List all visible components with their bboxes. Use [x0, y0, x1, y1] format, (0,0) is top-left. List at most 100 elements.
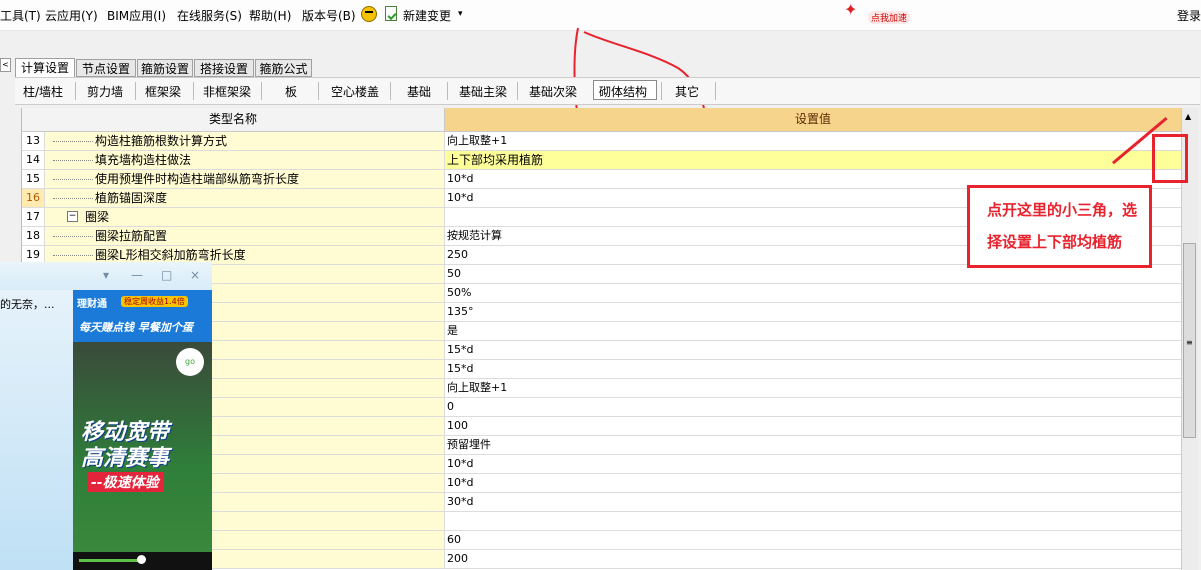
setting-value-cell[interactable]: 15*d: [445, 341, 1181, 359]
speed-up-widget[interactable]: ✦ 点我加速: [842, 2, 922, 26]
ad-logo: go: [176, 348, 204, 376]
table-row[interactable]: 13 构造柱箍筋根数计算方式 向上取整+1: [22, 132, 1181, 151]
setting-value-cell[interactable]: 100: [445, 417, 1181, 435]
setting-value-cell[interactable]: 50%: [445, 284, 1181, 302]
table-row[interactable]: 14 填充墙构造柱做法 上下部均采用植筋: [22, 151, 1181, 170]
setting-label: 植筋锚固深度: [95, 191, 168, 205]
subtab-foundation-main-beam[interactable]: 基础主梁: [459, 83, 507, 100]
subtab-shear-wall[interactable]: 剪力墙: [87, 83, 123, 100]
ad-badge: 稳定周收益1.4倍: [121, 296, 188, 307]
setting-name-cell: 构造柱箍筋根数计算方式: [45, 132, 445, 150]
close-icon[interactable]: ×: [190, 268, 200, 282]
subtab-hollow-floor[interactable]: 空心楼盖: [331, 83, 379, 100]
setting-value-cell[interactable]: 135°: [445, 303, 1181, 321]
setting-value-cell[interactable]: 60: [445, 531, 1181, 549]
ad-subheadline: --极速体验: [87, 472, 163, 492]
subtab-other[interactable]: 其它: [675, 83, 699, 100]
tree-line: [53, 255, 93, 256]
header-type-name: 类型名称: [22, 108, 445, 131]
row-number: 18: [22, 227, 45, 245]
left-collapse-button[interactable]: <: [0, 58, 11, 72]
setting-value-cell[interactable]: 10*d: [445, 455, 1181, 473]
setting-name-cell: − 圈梁: [45, 208, 445, 226]
tree-line: [53, 236, 93, 237]
maximize-icon[interactable]: □: [161, 268, 172, 282]
setting-value-cell[interactable]: 200: [445, 550, 1181, 568]
advertisement-banner[interactable]: 理财通 稳定周收益1.4倍 每天赚点钱 早餐加个蛋 go 移动宽带 高清赛事 -…: [73, 290, 212, 570]
member-type-toolbar: 柱/墙柱 剪力墙 框架梁 非框架梁 板 空心楼盖 基础 基础主梁 基础次梁 砌体…: [15, 77, 1200, 105]
setting-label: 圈梁拉筋配置: [95, 229, 168, 243]
subtab-foundation[interactable]: 基础: [407, 83, 431, 100]
menu-new-change[interactable]: 新建变更: [403, 7, 451, 24]
popup-titlebar: ▾ — □ ×: [0, 262, 212, 290]
subtab-masonry[interactable]: 砌体结构: [599, 83, 647, 100]
chevron-down-icon[interactable]: ▾: [458, 9, 463, 19]
rocket-icon: ✦: [844, 0, 858, 19]
setting-name-cell: 填充墙构造柱做法: [45, 151, 445, 169]
setting-name-cell: 圈梁拉筋配置: [45, 227, 445, 245]
popup-side-text[interactable]: 的无奈，...: [0, 296, 55, 312]
tab-node-settings[interactable]: 节点设置: [76, 59, 136, 77]
setting-value-cell[interactable]: 0: [445, 398, 1181, 416]
ad-brand: 理财通: [77, 299, 107, 310]
video-progress-bar[interactable]: [73, 552, 212, 570]
setting-value-cell[interactable]: 10*d: [445, 474, 1181, 492]
setting-value-cell[interactable]: 预留埋件: [445, 436, 1181, 454]
collapse-icon[interactable]: −: [67, 211, 78, 222]
tab-stirrup-formula[interactable]: 箍筋公式: [255, 59, 312, 77]
menu-cloud[interactable]: 云应用(Y): [45, 7, 98, 24]
menu-online[interactable]: 在线服务(S): [177, 7, 242, 24]
menu-tools[interactable]: 工具(T): [0, 7, 41, 24]
setting-value-cell[interactable]: 上下部均采用植筋: [445, 151, 1181, 169]
tab-calc-settings[interactable]: 计算设置: [15, 58, 75, 77]
subtab-column-wall[interactable]: 柱/墙柱: [23, 83, 63, 100]
subtab-frame-beam[interactable]: 框架梁: [145, 83, 181, 100]
scroll-grip-icon: ≡: [1186, 338, 1193, 347]
menu-version[interactable]: 版本号(B): [302, 7, 356, 24]
row-number: 15: [22, 170, 45, 188]
video-progress-fill: [79, 559, 141, 562]
row-number: 16: [22, 189, 45, 207]
menu-help[interactable]: 帮助(H): [249, 7, 291, 24]
setting-value-cell[interactable]: 向上取整+1: [445, 379, 1181, 397]
row-number: 17: [22, 208, 45, 226]
setting-name-cell: 植筋锚固深度: [45, 189, 445, 207]
login-link[interactable]: 登录: [1177, 7, 1201, 24]
tab-lap-settings[interactable]: 搭接设置: [194, 59, 254, 77]
tree-line: [53, 198, 93, 199]
setting-value-cell[interactable]: 30*d: [445, 493, 1181, 511]
setting-name-cell: 使用预埋件时构造柱端部纵筋弯折长度: [45, 170, 445, 188]
setting-value-cell[interactable]: [445, 512, 1181, 530]
group-label: 圈梁: [85, 210, 110, 224]
setting-label: 填充墙构造柱做法: [95, 153, 192, 167]
instruction-callout: 点开这里的小三角，选 择设置上下部均植筋: [967, 185, 1152, 268]
setting-value-cell[interactable]: 15*d: [445, 360, 1181, 378]
news-popup-window: ▾ — □ × 的无奈，... 理财通 稳定周收益1.4倍 每天赚点钱 早餐加个…: [0, 262, 212, 570]
instruction-line-1: 点开这里的小三角，选: [987, 201, 1138, 219]
tab-stirrup-settings[interactable]: 箍筋设置: [137, 59, 193, 77]
setting-label: 使用预埋件时构造柱端部纵筋弯折长度: [95, 172, 300, 186]
popup-menu-icon[interactable]: ▾: [103, 268, 109, 282]
dropdown-highlight-box: [1152, 134, 1188, 183]
video-progress-knob[interactable]: [137, 555, 146, 564]
header-setting-value: 设置值: [445, 108, 1181, 131]
tree-line: [53, 141, 93, 142]
scroll-up-icon[interactable]: ▲: [1185, 112, 1191, 121]
grid-header: 类型名称 设置值: [22, 108, 1181, 132]
instruction-line-2: 择设置上下部均植筋: [987, 233, 1123, 251]
tree-line: [53, 179, 93, 180]
ad-slogan: 每天赚点钱 早餐加个蛋: [79, 321, 193, 334]
new-change-icon[interactable]: [385, 6, 397, 21]
tree-line: [53, 160, 93, 161]
subtab-nonframe-beam[interactable]: 非框架梁: [203, 83, 251, 100]
smiley-icon[interactable]: [361, 6, 377, 22]
setting-label: 构造柱箍筋根数计算方式: [95, 134, 228, 148]
setting-value-cell[interactable]: 向上取整+1: [445, 132, 1181, 150]
row-number: 14: [22, 151, 45, 169]
subtab-slab[interactable]: 板: [285, 83, 297, 100]
minimize-icon[interactable]: —: [131, 268, 143, 282]
ad-headline-2: 高清赛事: [81, 446, 170, 471]
subtab-foundation-secondary-beam[interactable]: 基础次梁: [529, 83, 577, 100]
menu-bim[interactable]: BIM应用(I): [107, 7, 166, 24]
setting-value-cell[interactable]: 是: [445, 322, 1181, 340]
